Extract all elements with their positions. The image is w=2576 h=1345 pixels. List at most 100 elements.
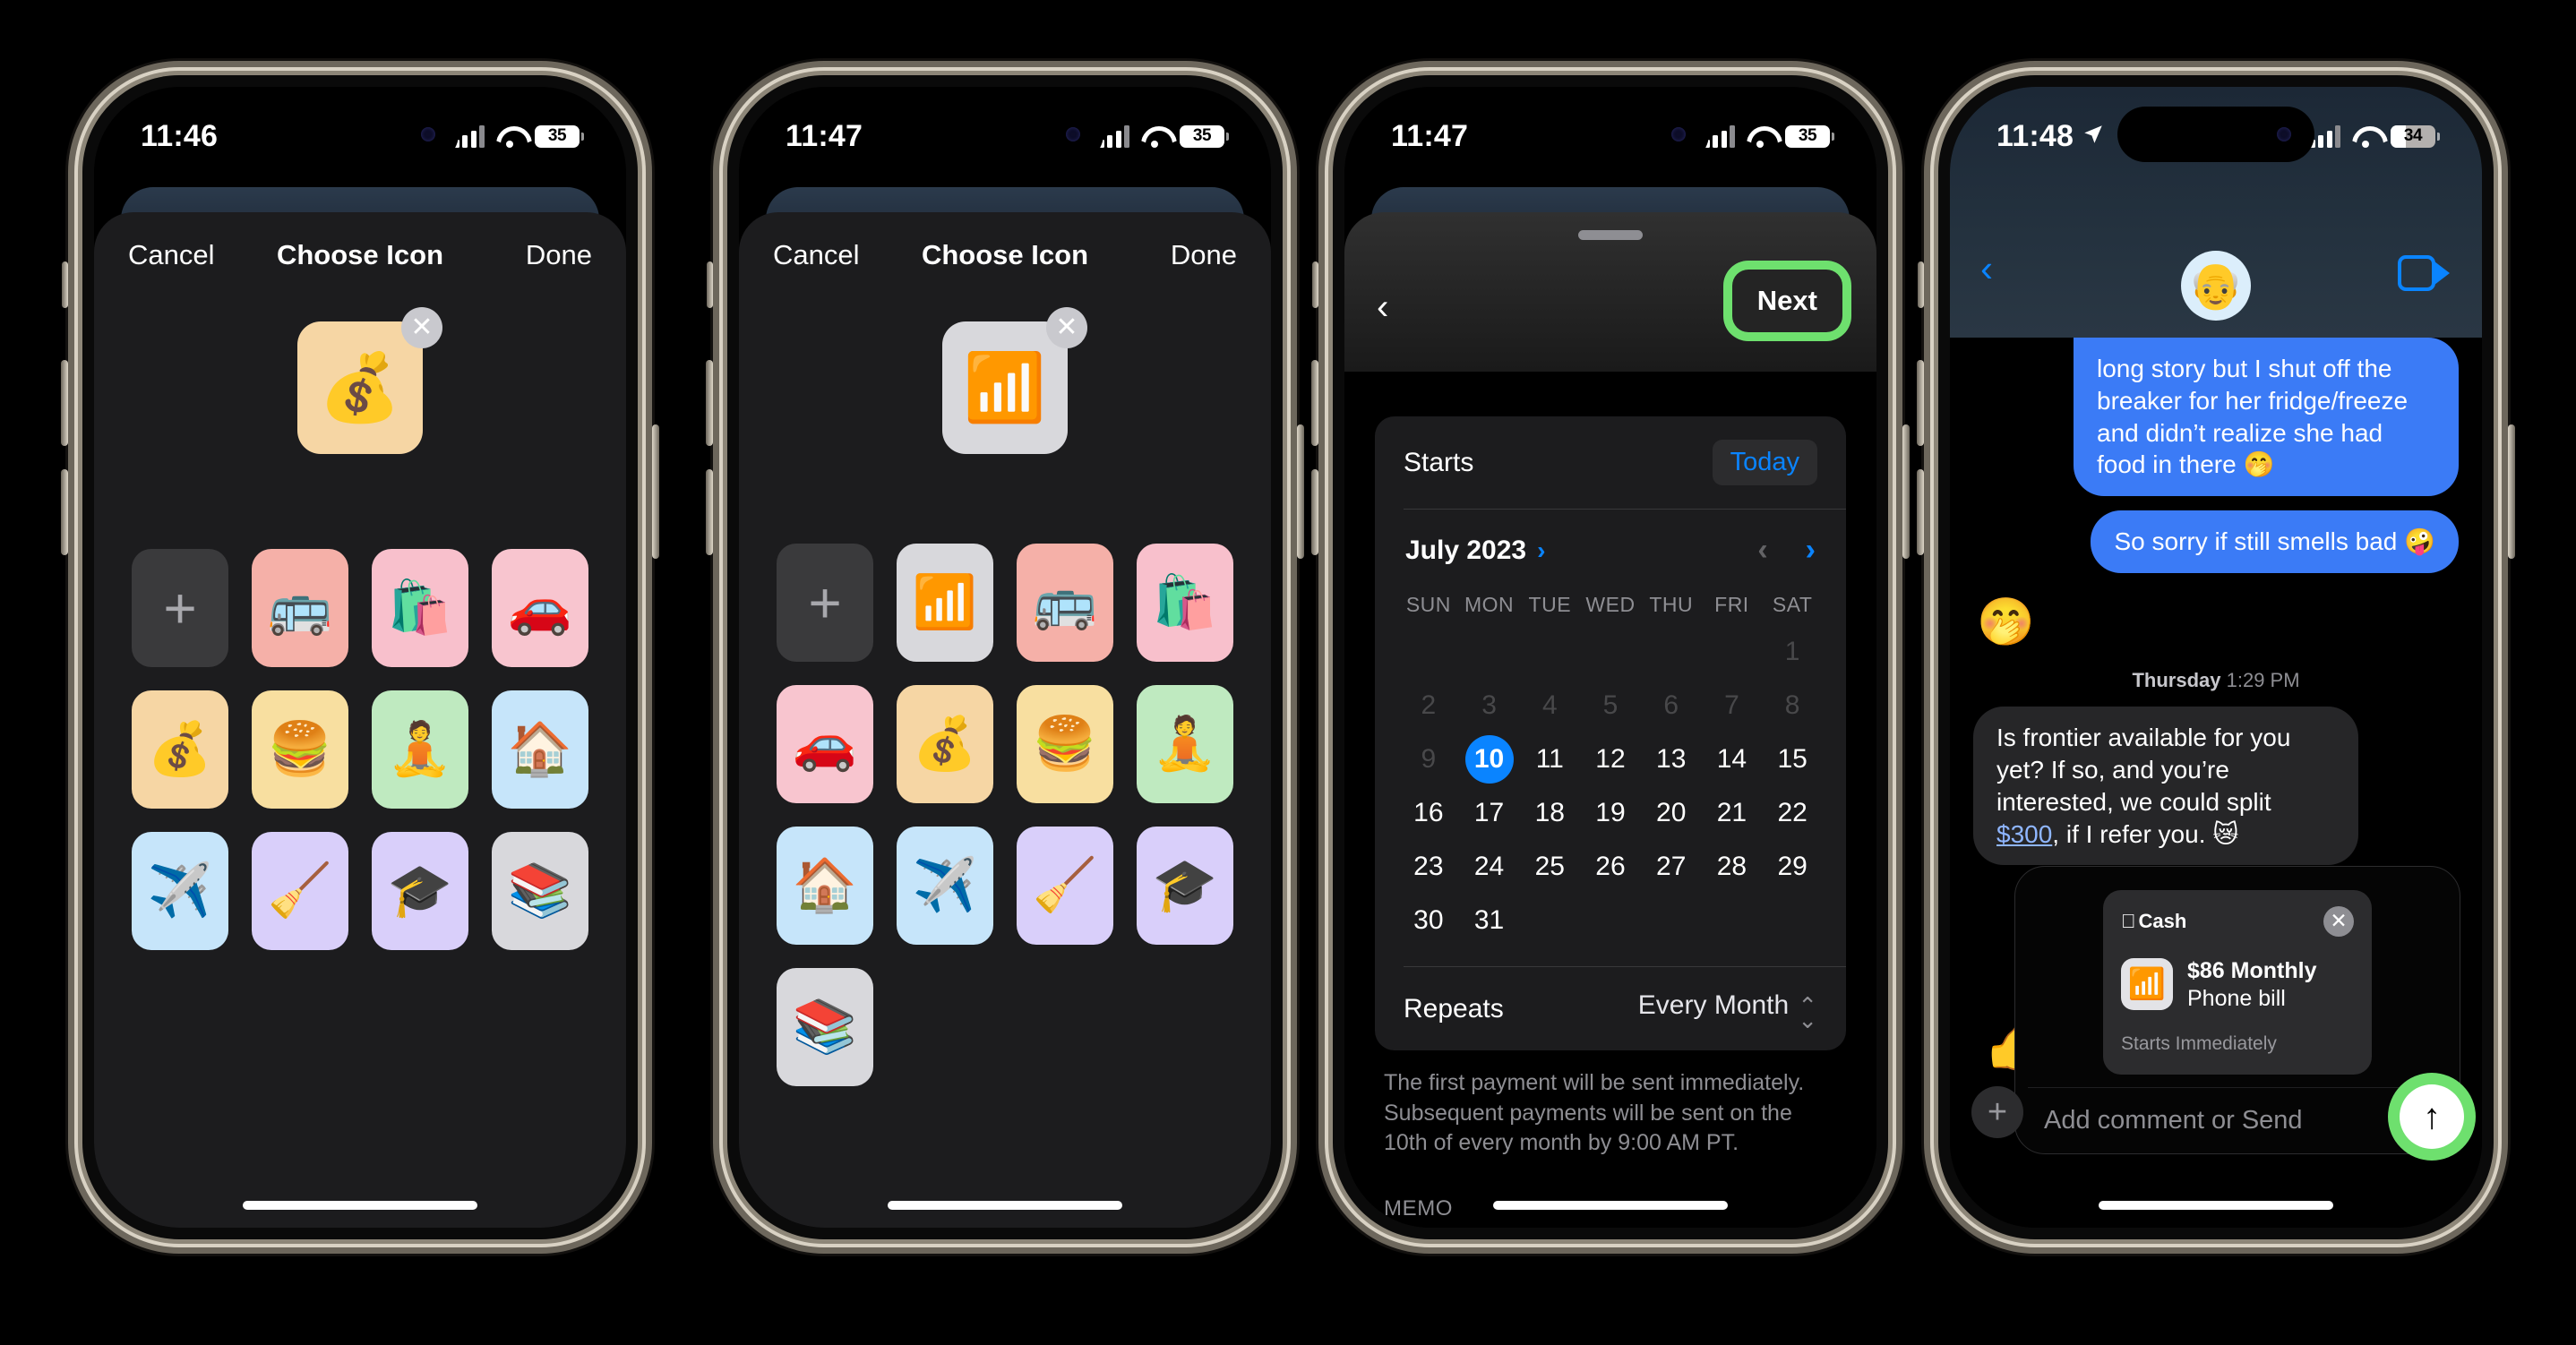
icon-tile-bus[interactable]: 🚌	[1017, 544, 1113, 662]
repeats-row[interactable]: Repeats Every Month ⌃ ⌄	[1375, 967, 1846, 1050]
selected-icon-preview[interactable]: 💰 ✕	[297, 307, 442, 454]
calendar-day-29[interactable]: 29	[1762, 843, 1823, 891]
amount-link[interactable]: $300	[1996, 820, 2052, 848]
incoming-bubble[interactable]: Is frontier available for you yet? If so…	[1973, 707, 2358, 866]
remove-icon-button[interactable]: ✕	[401, 307, 442, 348]
silence-switch[interactable]	[1312, 261, 1318, 308]
power-button[interactable]	[2508, 424, 2515, 559]
icon-tile-add[interactable]: +	[132, 549, 228, 667]
icon-tile-broom[interactable]: 🧹	[1017, 827, 1113, 945]
calendar-day-13[interactable]: 13	[1641, 735, 1702, 784]
silence-switch[interactable]	[1918, 261, 1924, 308]
close-icon[interactable]: ✕	[2323, 905, 2354, 937]
calendar-day-12[interactable]: 12	[1580, 735, 1641, 784]
calendar-day-10[interactable]: 10	[1459, 735, 1520, 784]
phone-4: ‹ 👴 11:48 34 long story but I shut off t…	[1917, 75, 2515, 1239]
icon-tile-meditation[interactable]: 🧘	[1137, 685, 1233, 803]
back-button[interactable]: ‹	[1377, 289, 1388, 325]
icon-tile-graduation-cap[interactable]: 🎓	[372, 832, 468, 950]
outgoing-bubble[interactable]: So sorry if still smells bad 🤪	[2091, 510, 2459, 574]
calendar-day-26[interactable]: 26	[1580, 843, 1641, 891]
calendar-day-27[interactable]: 27	[1641, 843, 1702, 891]
power-button[interactable]	[652, 424, 659, 559]
cancel-button[interactable]: Cancel	[128, 239, 236, 271]
icon-tile-airplane[interactable]: ✈️	[897, 827, 993, 945]
calendar-day-28[interactable]: 28	[1702, 843, 1763, 891]
volume-up-button[interactable]	[61, 360, 68, 446]
icon-tile-car[interactable]: 🚗	[777, 685, 873, 803]
silence-switch[interactable]	[707, 261, 713, 308]
next-month-button[interactable]: ›	[1806, 533, 1816, 568]
comment-input[interactable]: Add comment or Send	[2044, 1106, 2436, 1135]
today-button[interactable]: Today	[1712, 440, 1817, 485]
icon-tile-shopping-bags[interactable]: 🛍️	[1137, 544, 1233, 662]
selected-icon-preview[interactable]: 📶 ✕	[942, 307, 1087, 454]
calendar-day-22[interactable]: 22	[1762, 789, 1823, 837]
calendar-day-20[interactable]: 20	[1641, 789, 1702, 837]
power-button[interactable]	[1902, 424, 1910, 559]
calendar-day-25[interactable]: 25	[1519, 843, 1580, 891]
add-attachment-button[interactable]: +	[1971, 1086, 2023, 1138]
calendar-day-31[interactable]: 31	[1459, 896, 1520, 945]
prev-month-button[interactable]: ‹	[1757, 533, 1767, 568]
volume-up-button[interactable]	[1311, 360, 1318, 446]
avatar[interactable]: 👴	[2181, 251, 2251, 321]
calendar-month-button[interactable]: July 2023 ›	[1405, 535, 1545, 566]
starts-label: Starts	[1404, 447, 1474, 477]
volume-down-button[interactable]	[1917, 469, 1924, 555]
power-button[interactable]	[1297, 424, 1304, 559]
icon-tile-graduation-cap[interactable]: 🎓	[1137, 827, 1233, 945]
icon-tile-books[interactable]: 📚	[777, 968, 873, 1086]
icon-tile-shopping-bags[interactable]: 🛍️	[372, 549, 468, 667]
remove-icon-button[interactable]: ✕	[1046, 307, 1087, 348]
tapback-reactions[interactable]: 🤭 😂	[1977, 595, 2459, 649]
calendar-day-18[interactable]: 18	[1519, 789, 1580, 837]
calendar-day-23[interactable]: 23	[1398, 843, 1459, 891]
icon-tile-money-bag[interactable]: 💰	[132, 690, 228, 809]
sheet-grabber[interactable]	[1578, 230, 1643, 240]
apple-cash-card[interactable]: Cash ✕ 📶 $86 Monthly Phone bill Starts …	[2103, 889, 2372, 1075]
icon-tile-house[interactable]: 🏠	[777, 827, 873, 945]
car-icon: 🚗	[507, 578, 573, 637]
battery-icon: 35	[1180, 124, 1229, 148]
volume-down-button[interactable]	[61, 469, 68, 555]
icon-tile-wifi-app[interactable]: 📶	[897, 544, 993, 662]
airplane-icon: ✈️	[912, 856, 978, 914]
icon-tile-meditation[interactable]: 🧘	[372, 690, 468, 809]
volume-up-button[interactable]	[706, 360, 713, 446]
outgoing-bubble[interactable]: long story but I shut off the breaker fo…	[2074, 338, 2459, 497]
calendar-day-19[interactable]: 19	[1580, 789, 1641, 837]
calendar-day-21[interactable]: 21	[1702, 789, 1763, 837]
calendar-day-24[interactable]: 24	[1459, 843, 1520, 891]
calendar-day-14[interactable]: 14	[1702, 735, 1763, 784]
silence-switch[interactable]	[62, 261, 68, 308]
send-button[interactable]: ↑	[2400, 1084, 2464, 1149]
back-button[interactable]: ‹	[1980, 250, 1993, 287]
sheet-title: Choose Icon	[921, 239, 1088, 270]
icon-tile-money-bag[interactable]: 💰	[897, 685, 993, 803]
icon-tile-broom[interactable]: 🧹	[252, 832, 348, 950]
choose-icon-sheet: Cancel Choose Icon Done 📶 ✕ + 📶 🚌 🛍️ 🚗 💰 🍔 🧘 🏠 ✈️…	[739, 212, 1271, 1228]
icon-tile-hamburger[interactable]: 🍔	[1017, 685, 1113, 803]
icon-tile-add[interactable]: +	[777, 544, 873, 662]
volume-up-button[interactable]	[1917, 360, 1924, 446]
done-button[interactable]: Done	[1129, 239, 1237, 271]
volume-down-button[interactable]	[706, 469, 713, 555]
icon-tile-books[interactable]: 📚	[492, 832, 588, 950]
calendar-day-15[interactable]: 15	[1762, 735, 1823, 784]
calendar-day-16[interactable]: 16	[1398, 789, 1459, 837]
cancel-button[interactable]: Cancel	[773, 239, 880, 271]
next-button[interactable]: Next	[1731, 270, 1842, 332]
icon-tile-car[interactable]: 🚗	[492, 549, 588, 667]
icon-tile-hamburger[interactable]: 🍔	[252, 690, 348, 809]
icon-tile-bus[interactable]: 🚌	[252, 549, 348, 667]
calendar-day-30[interactable]: 30	[1398, 896, 1459, 945]
volume-down-button[interactable]	[1311, 469, 1318, 555]
calendar-day-17[interactable]: 17	[1459, 789, 1520, 837]
video-camera-icon[interactable]	[2398, 255, 2450, 291]
icon-tile-house[interactable]: 🏠	[492, 690, 588, 809]
calendar-day-11[interactable]: 11	[1519, 735, 1580, 784]
calendar-day-empty	[1519, 628, 1580, 676]
done-button[interactable]: Done	[485, 239, 592, 271]
icon-tile-airplane[interactable]: ✈️	[132, 832, 228, 950]
